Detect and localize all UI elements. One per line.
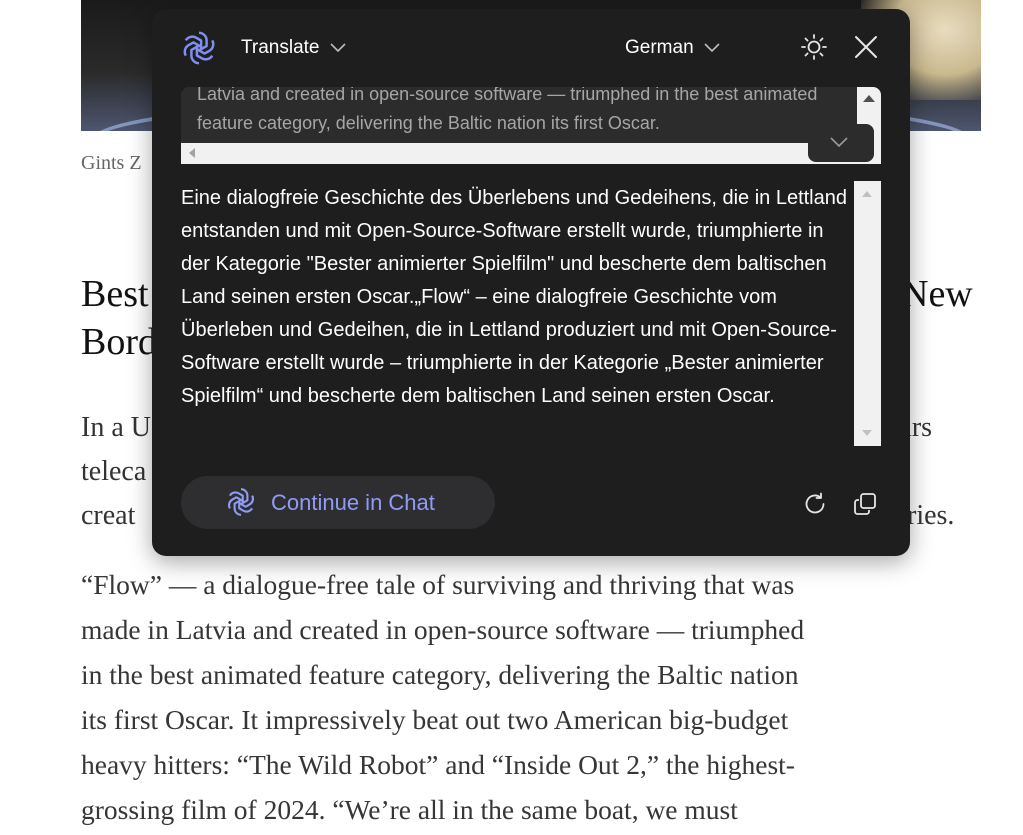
paragraph-line: in the best animated feature category, d… — [81, 659, 799, 690]
mode-dropdown-label: Translate — [241, 37, 320, 58]
chevron-down-icon — [704, 43, 720, 53]
expand-source-button[interactable] — [808, 124, 874, 162]
continue-in-chat-button[interactable]: Continue in Chat — [181, 476, 495, 529]
chevron-down-icon — [830, 137, 848, 148]
scroll-down-arrow-icon[interactable] — [862, 430, 872, 436]
paragraph-line: its first Oscar. It impressively beat ou… — [81, 704, 789, 735]
paragraph-line: grossing film of 2024. “We’re all in the… — [81, 794, 738, 825]
intro-line-3-right: ries. — [907, 500, 955, 531]
article-paragraph: “Flow” — a dialogue-free tale of survivi… — [81, 562, 981, 832]
photo-credit: Gints Z — [81, 152, 142, 174]
headline-line-2-left: Bord — [81, 321, 157, 363]
scroll-up-arrow-icon[interactable] — [863, 95, 875, 102]
headline-line-1-left: Best — [81, 273, 149, 315]
language-dropdown-label: German — [625, 37, 694, 58]
scroll-left-arrow-icon[interactable] — [189, 148, 195, 158]
intro-line-2-left: teleca — [81, 456, 147, 487]
paragraph-line: “Flow” — a dialogue-free tale of survivi… — [81, 569, 795, 600]
paragraph-line: made in Latvia and created in open-sourc… — [81, 614, 805, 645]
openai-logo-icon — [183, 31, 215, 65]
scroll-up-arrow-icon[interactable] — [862, 191, 872, 197]
refresh-icon[interactable] — [802, 491, 828, 517]
paragraph-line: heavy hitters: “The Wild Robot” and “Ins… — [81, 749, 795, 780]
translation-output-box[interactable]: Eine dialogfreie Geschichte des Überlebe… — [181, 181, 881, 447]
translation-scrollbar[interactable] — [854, 181, 881, 446]
chevron-down-icon — [329, 43, 346, 53]
continue-in-chat-label: Continue in Chat — [271, 490, 435, 515]
translate-popup: Translate German Latvia and created in o… — [152, 9, 910, 556]
intro-line-1-left: In a U — [81, 412, 151, 443]
intro-line-3-left: creat — [81, 500, 136, 531]
openai-logo-icon — [228, 488, 254, 516]
close-icon[interactable] — [852, 33, 880, 61]
mode-dropdown[interactable]: Translate — [241, 35, 346, 61]
source-text: Latvia and created in open-source softwa… — [197, 87, 818, 133]
sun-icon[interactable] — [800, 33, 828, 61]
language-dropdown[interactable]: German — [625, 35, 720, 61]
copy-icon[interactable] — [852, 491, 878, 517]
source-horizontal-scrollbar[interactable] — [181, 143, 881, 164]
headline-line-1-right: New — [901, 273, 973, 315]
translated-text: Eine dialogfreie Geschichte des Überlebe… — [181, 187, 847, 407]
source-text-box[interactable]: Latvia and created in open-source softwa… — [181, 87, 881, 164]
